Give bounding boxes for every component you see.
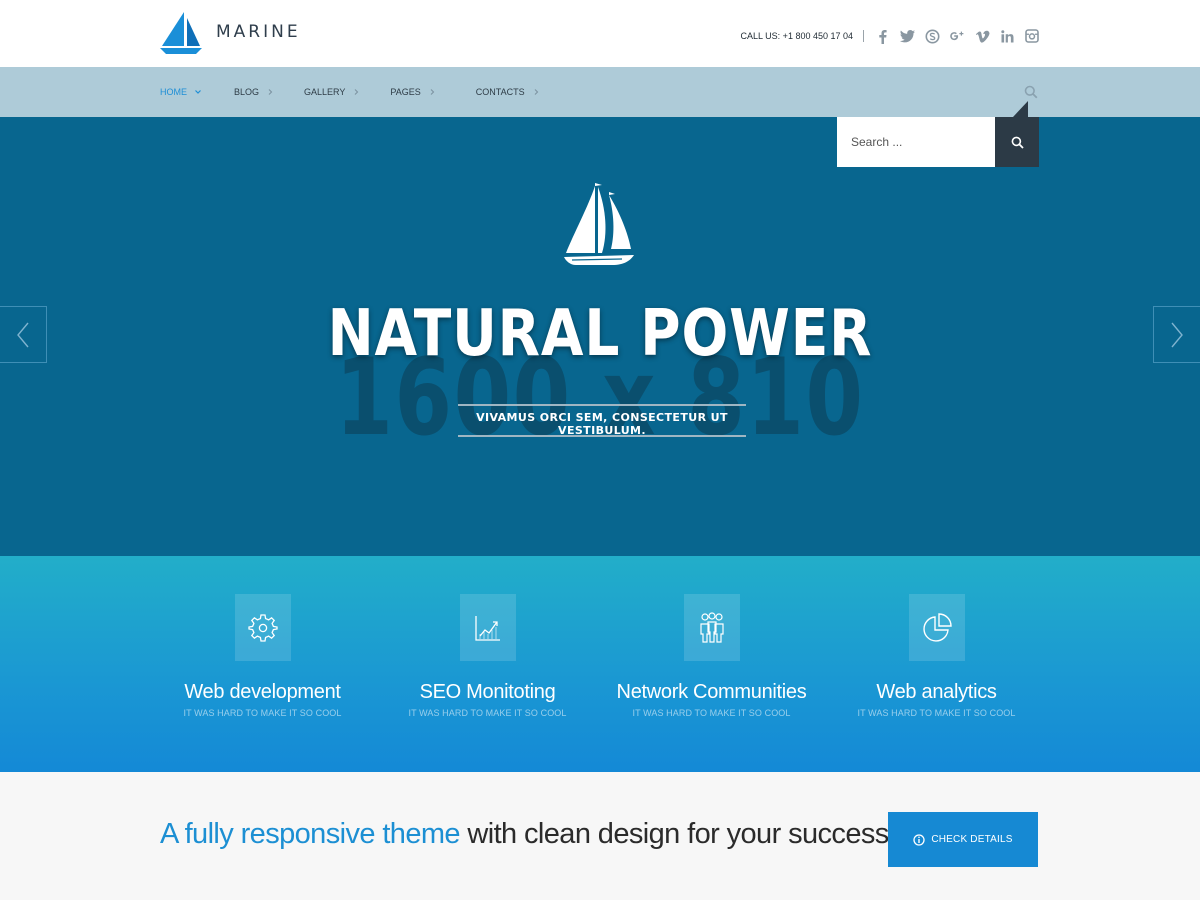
nav-item-gallery[interactable]: GALLERY bbox=[304, 87, 360, 97]
pie-chart-icon bbox=[922, 612, 952, 642]
service-subtitle: IT WAS HARD TO MAKE IT SO COOL bbox=[408, 708, 567, 718]
divider bbox=[863, 30, 864, 42]
chevron-right-icon bbox=[354, 89, 359, 95]
header-contact-social: CALL US: +1 800 450 17 04 bbox=[741, 26, 1041, 46]
check-details-button[interactable]: CHECK DETAILS bbox=[888, 812, 1038, 867]
nav-item-blog[interactable]: BLOG bbox=[234, 87, 274, 97]
nav-item-contacts[interactable]: CONTACTS bbox=[476, 87, 540, 97]
info-icon bbox=[913, 833, 925, 846]
linkedin-icon[interactable] bbox=[999, 28, 1015, 44]
service-subtitle: IT WAS HARD TO MAKE IT SO COOL bbox=[183, 708, 342, 718]
skype-icon[interactable] bbox=[924, 28, 940, 44]
services-section: Web development IT WAS HARD TO MAKE IT S… bbox=[0, 556, 1200, 772]
service-icon-box bbox=[908, 594, 965, 661]
nav-item-label: GALLERY bbox=[304, 87, 346, 97]
chevron-right-icon bbox=[430, 89, 435, 95]
instagram-icon[interactable] bbox=[1024, 28, 1040, 44]
nav-item-home[interactable]: HOME bbox=[160, 87, 202, 97]
vimeo-icon[interactable] bbox=[974, 28, 990, 44]
chevron-right-icon bbox=[534, 89, 538, 95]
chevron-right-icon bbox=[1171, 322, 1183, 347]
hero-subtitle-block: VIVAMUS ORCI SEM, CONSECTETUR UT VESTIBU… bbox=[458, 404, 746, 437]
nav-menu: HOME BLOG GALLERY PAGES CONTACTS bbox=[160, 67, 568, 117]
call-to-action: A fully responsive theme with clean desi… bbox=[0, 772, 1200, 900]
chevron-down-icon bbox=[195, 90, 201, 94]
search-submit-button[interactable] bbox=[995, 117, 1039, 167]
service-subtitle: IT WAS HARD TO MAKE IT SO COOL bbox=[857, 708, 1016, 718]
service-item[interactable]: Network Communities IT WAS HARD TO MAKE … bbox=[599, 594, 824, 718]
hero-slider: 1600 x 810 NATURAL POWER VIVAMUS ORCI SE… bbox=[0, 117, 1200, 556]
nav-item-label: CONTACTS bbox=[475, 87, 525, 97]
gear-icon bbox=[247, 613, 278, 642]
hero-subtitle: VIVAMUS ORCI SEM, CONSECTETUR UT VESTIBU… bbox=[476, 411, 728, 437]
cta-rest: with clean design for your success! bbox=[459, 818, 897, 850]
nav-item-label: BLOG bbox=[234, 87, 260, 97]
service-subtitle: IT WAS HARD TO MAKE IT SO COOL bbox=[632, 708, 791, 718]
top-header: MARINE CALL US: +1 800 450 17 04 bbox=[0, 0, 1200, 67]
facebook-icon[interactable] bbox=[874, 28, 890, 44]
phone-number: CALL US: +1 800 450 17 04 bbox=[740, 31, 854, 41]
search-dropdown bbox=[837, 117, 1039, 167]
chart-icon bbox=[474, 615, 500, 641]
service-icon-box bbox=[683, 594, 740, 661]
nav-item-label: PAGES bbox=[390, 87, 421, 97]
search-toggle-icon[interactable] bbox=[1024, 85, 1038, 99]
search-dropdown-pointer bbox=[1013, 101, 1028, 117]
service-title: Web analytics bbox=[876, 681, 997, 703]
service-item[interactable]: SEO Monitoting IT WAS HARD TO MAKE IT SO… bbox=[375, 594, 600, 718]
cta-text: A fully responsive theme with clean desi… bbox=[160, 818, 897, 851]
nav-item-pages[interactable]: PAGES bbox=[390, 87, 435, 97]
service-item[interactable]: Web development IT WAS HARD TO MAKE IT S… bbox=[150, 594, 375, 718]
slider-prev-button[interactable] bbox=[0, 306, 47, 363]
service-title: SEO Monitoting bbox=[419, 681, 556, 703]
search-input[interactable] bbox=[837, 117, 995, 167]
sailboat-icon bbox=[564, 179, 634, 265]
nav-item-label: HOME bbox=[160, 87, 187, 97]
twitter-icon[interactable] bbox=[899, 28, 915, 44]
logo[interactable]: MARINE bbox=[160, 10, 301, 54]
search-icon bbox=[1011, 136, 1024, 149]
slider-next-button[interactable] bbox=[1153, 306, 1200, 363]
divider bbox=[458, 404, 746, 406]
service-icon-box bbox=[459, 594, 516, 661]
check-details-label: CHECK DETAILS bbox=[931, 834, 1013, 845]
social-links bbox=[874, 28, 1040, 44]
hero-title: NATURAL POWER bbox=[327, 297, 873, 371]
service-item[interactable]: Web analytics IT WAS HARD TO MAKE IT SO … bbox=[824, 594, 1049, 718]
people-icon bbox=[699, 611, 724, 643]
sail-logo-icon bbox=[160, 12, 202, 54]
cta-highlight: A fully responsive theme bbox=[160, 818, 461, 850]
service-title: Web development bbox=[184, 681, 341, 703]
google-plus-icon[interactable] bbox=[949, 28, 965, 44]
logo-text: MARINE bbox=[216, 22, 301, 42]
chevron-left-icon bbox=[17, 322, 29, 347]
service-icon-box bbox=[234, 594, 291, 661]
chevron-right-icon bbox=[268, 89, 273, 95]
service-title: Network Communities bbox=[616, 681, 807, 703]
divider bbox=[458, 435, 746, 437]
